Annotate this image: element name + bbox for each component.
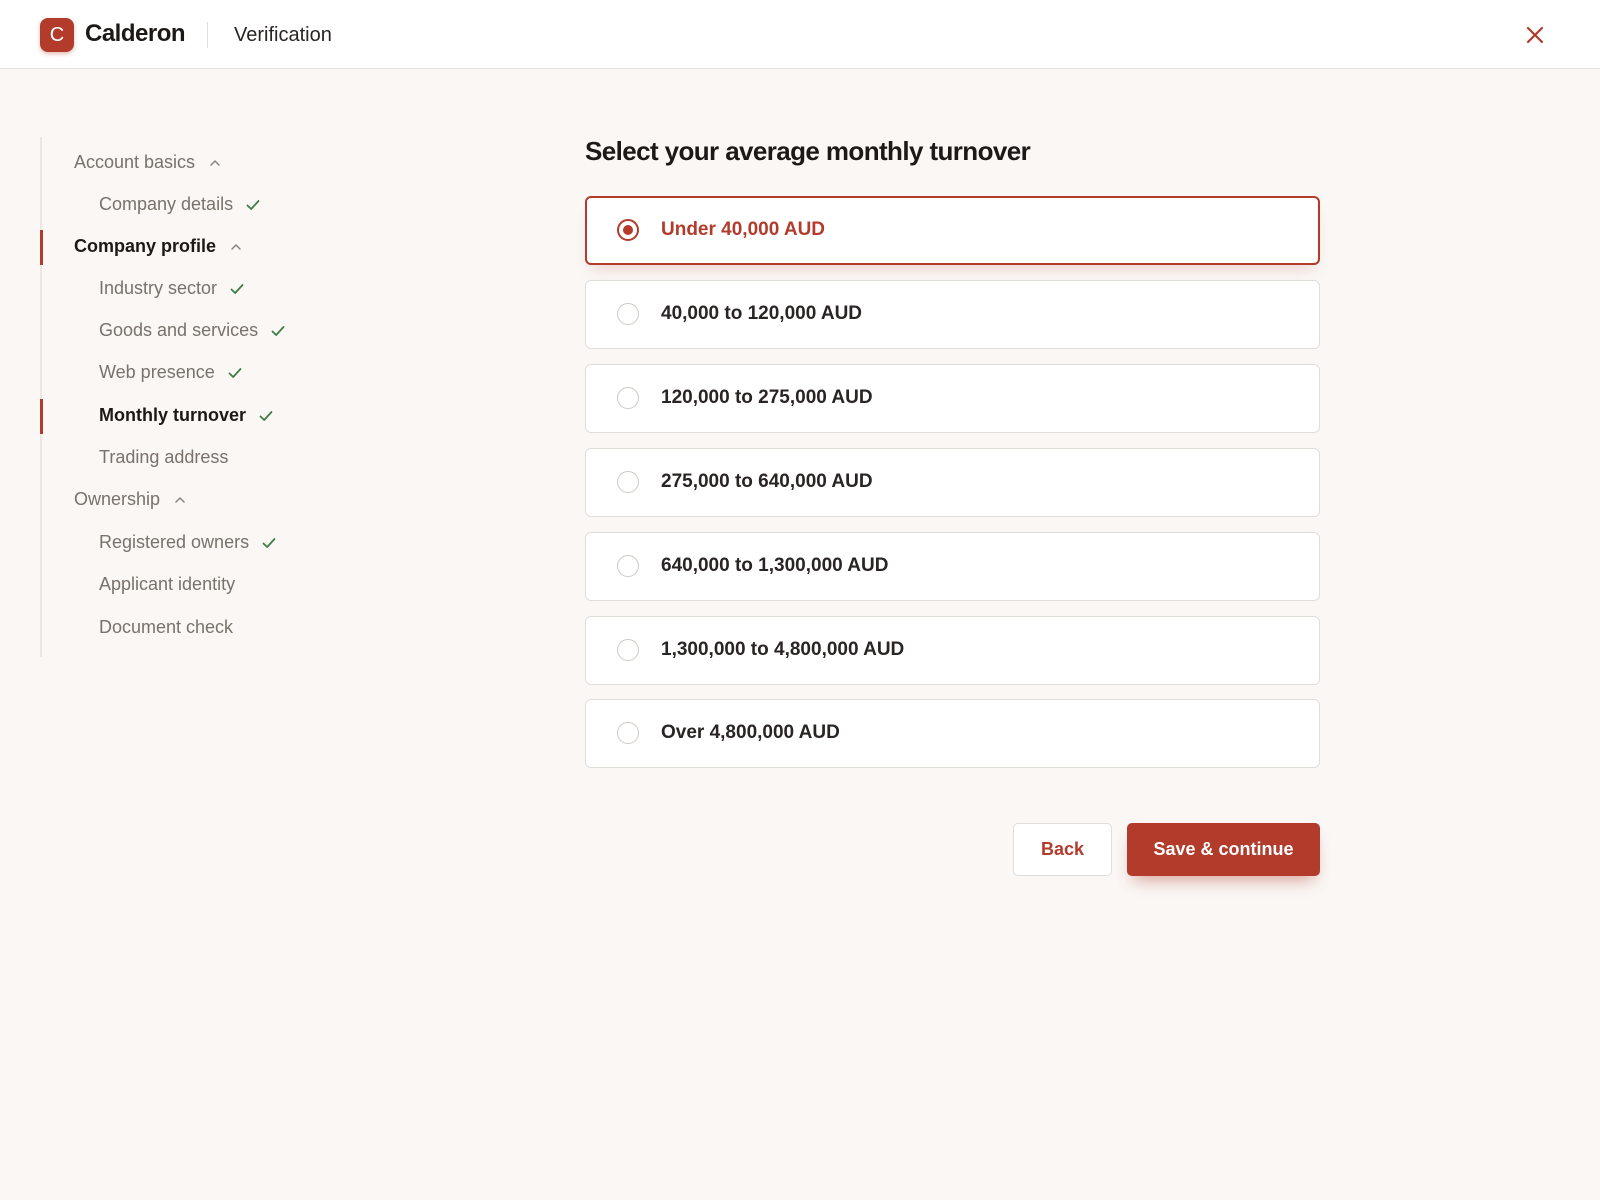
radio-dot	[623, 225, 633, 235]
turnover-option[interactable]: 1,300,000 to 4,800,000 AUD	[585, 616, 1320, 685]
sidebar-item-goods-and-services[interactable]: Goods and services	[99, 320, 286, 341]
sidebar-item-applicant-identity[interactable]: Applicant identity	[99, 574, 235, 595]
progress-sidebar: Account basics Company details Company p…	[40, 137, 382, 657]
option-label: 120,000 to 275,000 AUD	[661, 387, 873, 408]
sidebar-item-label: Monthly turnover	[99, 405, 246, 425]
header-section-title: Verification	[234, 24, 332, 46]
check-icon	[270, 323, 286, 339]
radio-button[interactable]	[617, 471, 639, 493]
radio-button[interactable]	[617, 387, 639, 409]
option-label: 40,000 to 120,000 AUD	[661, 303, 863, 324]
sidebar-item-label: Applicant identity	[99, 574, 236, 594]
sidebar-item-company-details[interactable]: Company details	[99, 194, 261, 215]
active-item-indicator	[40, 399, 43, 434]
sidebar-group-label: Ownership	[74, 489, 161, 509]
close-button[interactable]	[1522, 22, 1548, 48]
sidebar-group-account-basics[interactable]: Account basics	[74, 152, 223, 173]
sidebar-group-company-profile[interactable]: Company profile	[74, 236, 244, 257]
active-group-indicator	[40, 230, 43, 265]
turnover-option[interactable]: 640,000 to 1,300,000 AUD	[585, 532, 1320, 601]
option-label: Over 4,800,000 AUD	[661, 722, 840, 743]
option-label: 640,000 to 1,300,000 AUD	[661, 555, 889, 576]
save-continue-button[interactable]: Save & continue	[1127, 823, 1320, 876]
page-title: Select your average monthly turnover	[585, 136, 1031, 166]
sidebar-item-label: Web presence	[99, 362, 215, 382]
close-icon	[1522, 22, 1548, 48]
sidebar-item-label: Trading address	[99, 447, 229, 467]
chevron-up-icon	[207, 155, 223, 171]
check-icon	[229, 281, 245, 297]
brand-name: Calderon	[85, 20, 186, 47]
sidebar-group-ownership[interactable]: Ownership	[74, 489, 188, 510]
turnover-option[interactable]: 40,000 to 120,000 AUD	[585, 280, 1320, 349]
check-icon	[261, 535, 277, 551]
sidebar-group-label: Account basics	[74, 152, 196, 172]
chevron-up-icon	[228, 239, 244, 255]
turnover-option[interactable]: 120,000 to 275,000 AUD	[585, 364, 1320, 433]
sidebar-item-web-presence[interactable]: Web presence	[99, 362, 243, 383]
option-label: 275,000 to 640,000 AUD	[661, 471, 873, 492]
top-bar: C Calderon Verification	[0, 0, 1600, 69]
radio-button[interactable]	[617, 639, 639, 661]
sidebar-item-label: Industry sector	[99, 278, 218, 298]
sidebar-item-label: Company details	[99, 194, 234, 214]
back-button[interactable]: Back	[1013, 823, 1112, 876]
option-label: Under 40,000 AUD	[661, 219, 826, 240]
sidebar-item-label: Registered owners	[99, 532, 250, 552]
turnover-option[interactable]: Over 4,800,000 AUD	[585, 699, 1320, 768]
radio-button[interactable]	[617, 303, 639, 325]
sidebar-item-label: Goods and services	[99, 320, 259, 340]
check-icon	[258, 408, 274, 424]
header-divider	[207, 22, 208, 48]
brand-logo: C	[40, 18, 74, 52]
radio-button[interactable]	[617, 555, 639, 577]
sidebar-item-industry-sector[interactable]: Industry sector	[99, 278, 245, 299]
sidebar-group-label: Company profile	[74, 236, 217, 256]
radio-button-selected[interactable]	[617, 219, 639, 241]
sidebar-item-monthly-turnover[interactable]: Monthly turnover	[99, 405, 274, 426]
turnover-option[interactable]: 275,000 to 640,000 AUD	[585, 448, 1320, 517]
sidebar-item-label: Document check	[99, 617, 234, 637]
sidebar-item-registered-owners[interactable]: Registered owners	[99, 532, 277, 553]
option-label: 1,300,000 to 4,800,000 AUD	[661, 639, 905, 660]
check-icon	[245, 197, 261, 213]
sidebar-item-trading-address[interactable]: Trading address	[99, 447, 228, 468]
chevron-up-icon	[172, 492, 188, 508]
radio-button[interactable]	[617, 722, 639, 744]
sidebar-item-document-check[interactable]: Document check	[99, 617, 233, 638]
turnover-option[interactable]: Under 40,000 AUD	[585, 196, 1320, 265]
check-icon	[227, 365, 243, 381]
